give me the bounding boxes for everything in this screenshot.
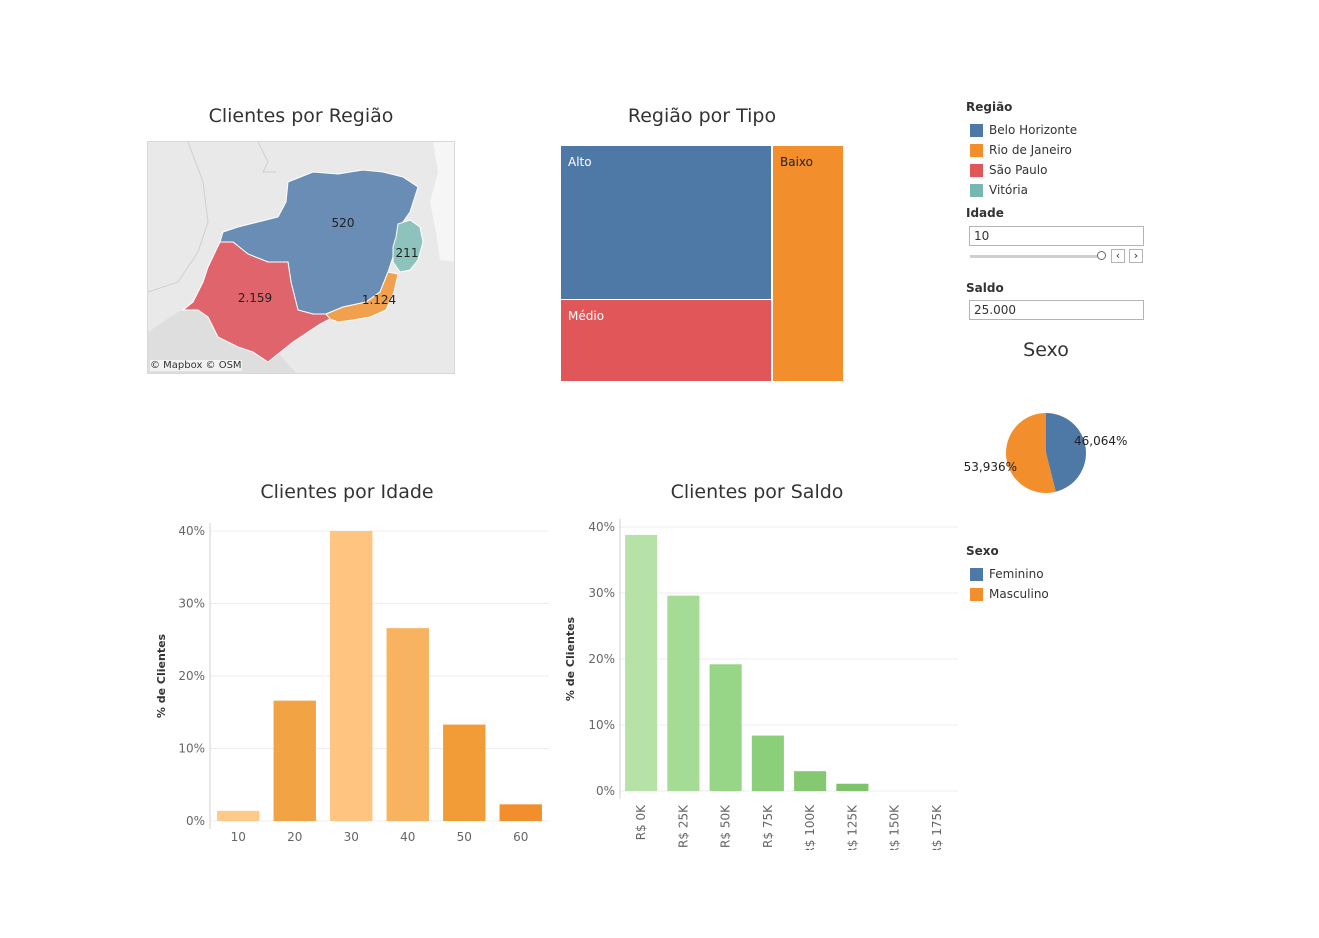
bar-50 [443, 724, 486, 821]
treemap-label-medio: Médio [568, 309, 604, 323]
legend-label: Feminino [989, 567, 1044, 581]
pie-label-masculino: 53,936% [964, 460, 1017, 474]
treemap-cell-alto[interactable] [561, 146, 771, 299]
bar-r75k [751, 735, 784, 791]
treemap[interactable]: Alto Médio Baixo [561, 146, 843, 381]
bar-r100k [794, 771, 827, 791]
y-tick-label: 40% [178, 524, 205, 538]
y-axis-label: % de Clientes [564, 616, 577, 701]
y-tick-label: 20% [178, 669, 205, 683]
balance-bar-svg: 0% 10% 20% 30% 40% % de Clientes R$ 0K R$ 25K R$… [564, 519, 958, 856]
idade-prev-button[interactable]: ‹ [1111, 249, 1125, 263]
y-tick-label: 40% [588, 520, 615, 534]
legend-label: Rio de Janeiro [989, 143, 1072, 157]
x-tick-label: R$ 0K [634, 804, 648, 840]
pie-label-feminino: 46,064% [1074, 434, 1127, 448]
legend-swatch [970, 183, 983, 197]
map-label-belo-horizonte: 520 [332, 216, 355, 230]
map-svg: 520 211 1.124 2.159 [148, 142, 454, 373]
legend-item-belo-horizonte[interactable]: Belo Horizonte [966, 120, 1077, 140]
bar-10 [217, 810, 260, 821]
idade-slider-track[interactable] [970, 255, 1102, 258]
x-tick-label: 40 [400, 830, 415, 844]
map-label-vitoria: 211 [396, 246, 419, 260]
legend-label: São Paulo [989, 163, 1048, 177]
x-tick-label: R$ 100K [803, 804, 817, 850]
saldo-filter-input[interactable]: 25.000 [969, 300, 1144, 320]
bar-r50k [709, 664, 742, 791]
sex-pie-chart[interactable]: 46,064% 53,936% [956, 400, 1136, 510]
y-tick-label: 30% [178, 597, 205, 611]
saldo-filter-label: Saldo [966, 281, 1004, 295]
treemap-title: Região por Tipo [627, 105, 777, 127]
treemap-cell-baixo[interactable] [773, 146, 843, 381]
legend-label: Vitória [989, 183, 1028, 197]
bar-r25k [667, 595, 700, 791]
bar-40 [386, 628, 429, 821]
x-tick-label: 30 [344, 830, 359, 844]
map-credit: © Mapbox © OSM [150, 360, 242, 371]
x-tick-label: 20 [287, 830, 302, 844]
x-tick-label: 50 [457, 830, 472, 844]
region-legend: Região Belo Horizonte Rio de Janeiro São… [966, 100, 1077, 200]
treemap-label-alto: Alto [568, 155, 592, 169]
sex-legend-title: Sexo [966, 544, 999, 558]
idade-filter-label: Idade [966, 206, 1004, 220]
x-tick-label: 60 [513, 830, 528, 844]
x-tick-label: R$ 125K [845, 804, 859, 850]
age-bar-svg: 0% 10% 20% 30% 40% % de Clientes 10 20 30 40 50 60 [155, 523, 549, 844]
region-legend-title: Região [966, 100, 1013, 114]
x-tick-label: 10 [231, 830, 246, 844]
age-bar-chart[interactable]: 0% 10% 20% 30% 40% % de Clientes 10 20 30 40 50 60 [147, 515, 557, 845]
legend-swatch [970, 123, 983, 137]
balance-chart-title: Clientes por Saldo [670, 481, 844, 503]
legend-swatch [970, 143, 983, 157]
x-tick-label: R$ 75K [761, 804, 775, 848]
bar-r0k [625, 534, 658, 791]
bar-r125k [836, 783, 869, 791]
y-tick-label: 10% [178, 742, 205, 756]
x-tick-label: R$ 50K [719, 804, 733, 848]
legend-item-vitoria[interactable]: Vitória [966, 180, 1077, 200]
legend-swatch [970, 163, 983, 177]
legend-swatch [970, 587, 983, 601]
legend-label: Belo Horizonte [989, 123, 1078, 137]
map-title: Clientes por Região [208, 105, 394, 127]
legend-item-rio-de-janeiro[interactable]: Rio de Janeiro [966, 140, 1077, 160]
bar-60 [499, 804, 542, 821]
legend-item-feminino[interactable]: Feminino [966, 564, 1049, 584]
map-label-sao-paulo: 2.159 [238, 291, 272, 305]
y-tick-label: 30% [588, 586, 615, 600]
age-chart-title: Clientes por Idade [260, 481, 434, 503]
bar-20 [273, 700, 316, 821]
sex-pie-svg: 46,064% 53,936% [964, 413, 1127, 493]
legend-item-sao-paulo[interactable]: São Paulo [966, 160, 1077, 180]
idade-next-button[interactable]: › [1129, 249, 1143, 263]
idade-slider-handle[interactable] [1097, 251, 1106, 260]
y-tick-label: 20% [588, 652, 615, 666]
map-label-rio-de-janeiro: 1.124 [362, 293, 396, 307]
y-axis-label: % de Clientes [155, 633, 168, 718]
x-tick-label: R$ 25K [676, 804, 690, 848]
y-tick-label: 0% [186, 814, 205, 828]
legend-label: Masculino [989, 587, 1049, 601]
idade-filter-input[interactable]: 10 [969, 226, 1144, 246]
sex-legend: Sexo Feminino Masculino [966, 544, 1049, 604]
treemap-svg: Alto Médio Baixo [561, 146, 843, 381]
legend-item-masculino[interactable]: Masculino [966, 584, 1049, 604]
y-tick-label: 0% [596, 784, 615, 798]
x-tick-label: R$ 150K [888, 804, 902, 850]
x-tick-label: R$ 175K [930, 804, 944, 850]
bar-30 [330, 531, 373, 821]
balance-bar-chart[interactable]: 0% 10% 20% 30% 40% % de Clientes R$ 0K R$ 25K R$… [556, 510, 966, 856]
legend-swatch [970, 567, 983, 581]
y-tick-label: 10% [588, 718, 615, 732]
region-map[interactable]: 520 211 1.124 2.159 © Mapbox © OSM [147, 141, 455, 374]
treemap-label-baixo: Baixo [780, 155, 813, 169]
sex-chart-title: Sexo [1023, 339, 1069, 361]
